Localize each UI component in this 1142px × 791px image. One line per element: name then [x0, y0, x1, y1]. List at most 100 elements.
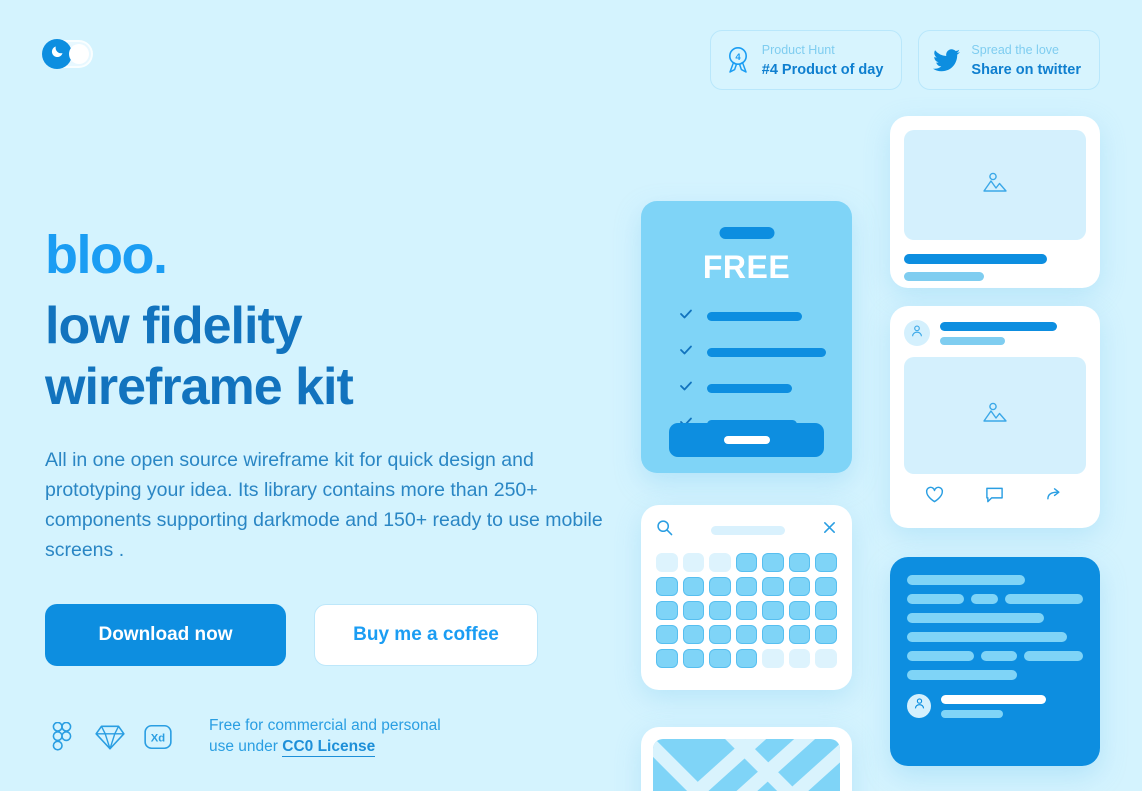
calendar-cell[interactable] [735, 601, 758, 620]
list-item [679, 379, 826, 398]
search-icon[interactable] [656, 519, 673, 541]
handle-bar [940, 336, 1005, 345]
text-line-row [907, 613, 1083, 623]
calendar-title-bar [710, 525, 785, 535]
calendar-cell[interactable] [815, 577, 837, 596]
social-post-card[interactable] [890, 306, 1100, 528]
calendar-cell[interactable] [815, 601, 837, 620]
sketch-diamond-icon[interactable] [93, 720, 127, 754]
pricing-card-title: FREE [702, 249, 791, 285]
calendar-grid [656, 553, 837, 668]
title-bar [904, 254, 1047, 264]
calendar-cell[interactable] [735, 649, 758, 668]
brand-logo: bloo. [45, 225, 168, 285]
calendar-cell[interactable] [682, 601, 705, 620]
calendar-cell[interactable] [788, 577, 811, 596]
calendar-cell[interactable] [815, 553, 837, 572]
avatar [904, 320, 930, 346]
map-card[interactable] [641, 727, 852, 791]
calendar-cell[interactable] [709, 577, 731, 596]
calendar-cell[interactable] [709, 649, 731, 668]
headline-line-2: wireframe kit [45, 358, 354, 417]
calendar-cell[interactable] [709, 625, 731, 644]
download-now-button[interactable]: Download now [45, 603, 286, 666]
feature-bar [707, 384, 792, 393]
calendar-cell[interactable] [815, 649, 837, 668]
calendar-cell[interactable] [709, 553, 731, 572]
toggle-knob [42, 39, 72, 69]
toggle-handle [69, 44, 89, 64]
author-name-bar [941, 694, 1046, 704]
text-bar [907, 575, 1025, 585]
buy-me-a-coffee-button[interactable]: Buy me a coffee [314, 603, 538, 666]
calendar-cell[interactable] [656, 601, 678, 620]
share-icon[interactable] [1046, 486, 1065, 509]
testimonial-author [907, 694, 1083, 718]
calendar-cell[interactable] [656, 553, 678, 572]
license-line-1: Free for commercial and personal [209, 716, 441, 734]
calendar-cell[interactable] [815, 625, 837, 644]
list-item [679, 307, 826, 326]
comment-icon[interactable] [985, 486, 1004, 509]
text-line-row [907, 670, 1083, 680]
post-image-placeholder [904, 357, 1086, 474]
check-icon [679, 379, 693, 398]
calendar-cell[interactable] [682, 553, 705, 572]
image-placeholder-icon [982, 171, 1008, 200]
image-placeholder [904, 130, 1086, 240]
calendar-cell[interactable] [788, 625, 811, 644]
calendar-cell[interactable] [656, 649, 678, 668]
pricing-card-button[interactable] [669, 423, 824, 457]
close-icon[interactable] [822, 520, 837, 540]
calendar-cell[interactable] [656, 625, 678, 644]
figma-icon[interactable] [45, 720, 79, 754]
testimonial-card[interactable] [890, 557, 1100, 766]
calendar-cell[interactable] [762, 553, 784, 572]
list-item [679, 343, 826, 362]
calendar-header [656, 519, 837, 541]
avatar [907, 694, 931, 718]
moon-icon [50, 44, 65, 64]
text-bar [907, 613, 1044, 623]
name-bar [940, 321, 1057, 331]
text-bar [907, 651, 974, 661]
pricing-card-free[interactable]: FREE [641, 201, 852, 473]
calendar-cell[interactable] [762, 649, 784, 668]
calendar-cell[interactable] [682, 577, 705, 596]
calendar-cell[interactable] [735, 577, 758, 596]
cc0-license-link[interactable]: CC0 License [282, 737, 376, 757]
text-bar [1005, 594, 1083, 604]
image-preview-card[interactable] [890, 116, 1100, 288]
image-placeholder-icon [982, 401, 1008, 430]
text-bar [907, 632, 1067, 642]
heart-icon[interactable] [925, 486, 944, 509]
calendar-cell[interactable] [735, 553, 758, 572]
post-actions [904, 486, 1086, 509]
hero-section: bloo. low fidelity wireframe kit All in … [45, 228, 645, 757]
text-line-row [907, 632, 1083, 642]
svg-text:Xd: Xd [151, 732, 166, 744]
calendar-cell[interactable] [682, 625, 705, 644]
check-icon [679, 343, 693, 362]
calendar-cell[interactable] [788, 649, 811, 668]
calendar-cell[interactable] [788, 553, 811, 572]
calendar-cell[interactable] [709, 601, 731, 620]
calendar-cell[interactable] [656, 577, 678, 596]
adobe-xd-icon[interactable]: Xd [141, 720, 175, 754]
calendar-cell[interactable] [762, 577, 784, 596]
calendar-cell[interactable] [682, 649, 705, 668]
calendar-cell[interactable] [735, 625, 758, 644]
cta-row: Download now Buy me a coffee [45, 603, 645, 666]
user-avatar-icon [910, 324, 924, 343]
calendar-cell[interactable] [788, 601, 811, 620]
calendar-cell[interactable] [762, 625, 784, 644]
license-line-2-prefix: use under [209, 737, 283, 755]
subtitle-bar [904, 272, 984, 281]
text-bar [907, 670, 1017, 680]
calendar-cell[interactable] [762, 601, 784, 620]
map-canvas [653, 739, 840, 791]
license-text: Free for commercial and personal use und… [209, 716, 441, 758]
license-row: Xd Free for commercial and personal use … [45, 716, 645, 758]
dark-mode-toggle[interactable] [42, 39, 91, 69]
calendar-picker-card[interactable] [641, 505, 852, 690]
